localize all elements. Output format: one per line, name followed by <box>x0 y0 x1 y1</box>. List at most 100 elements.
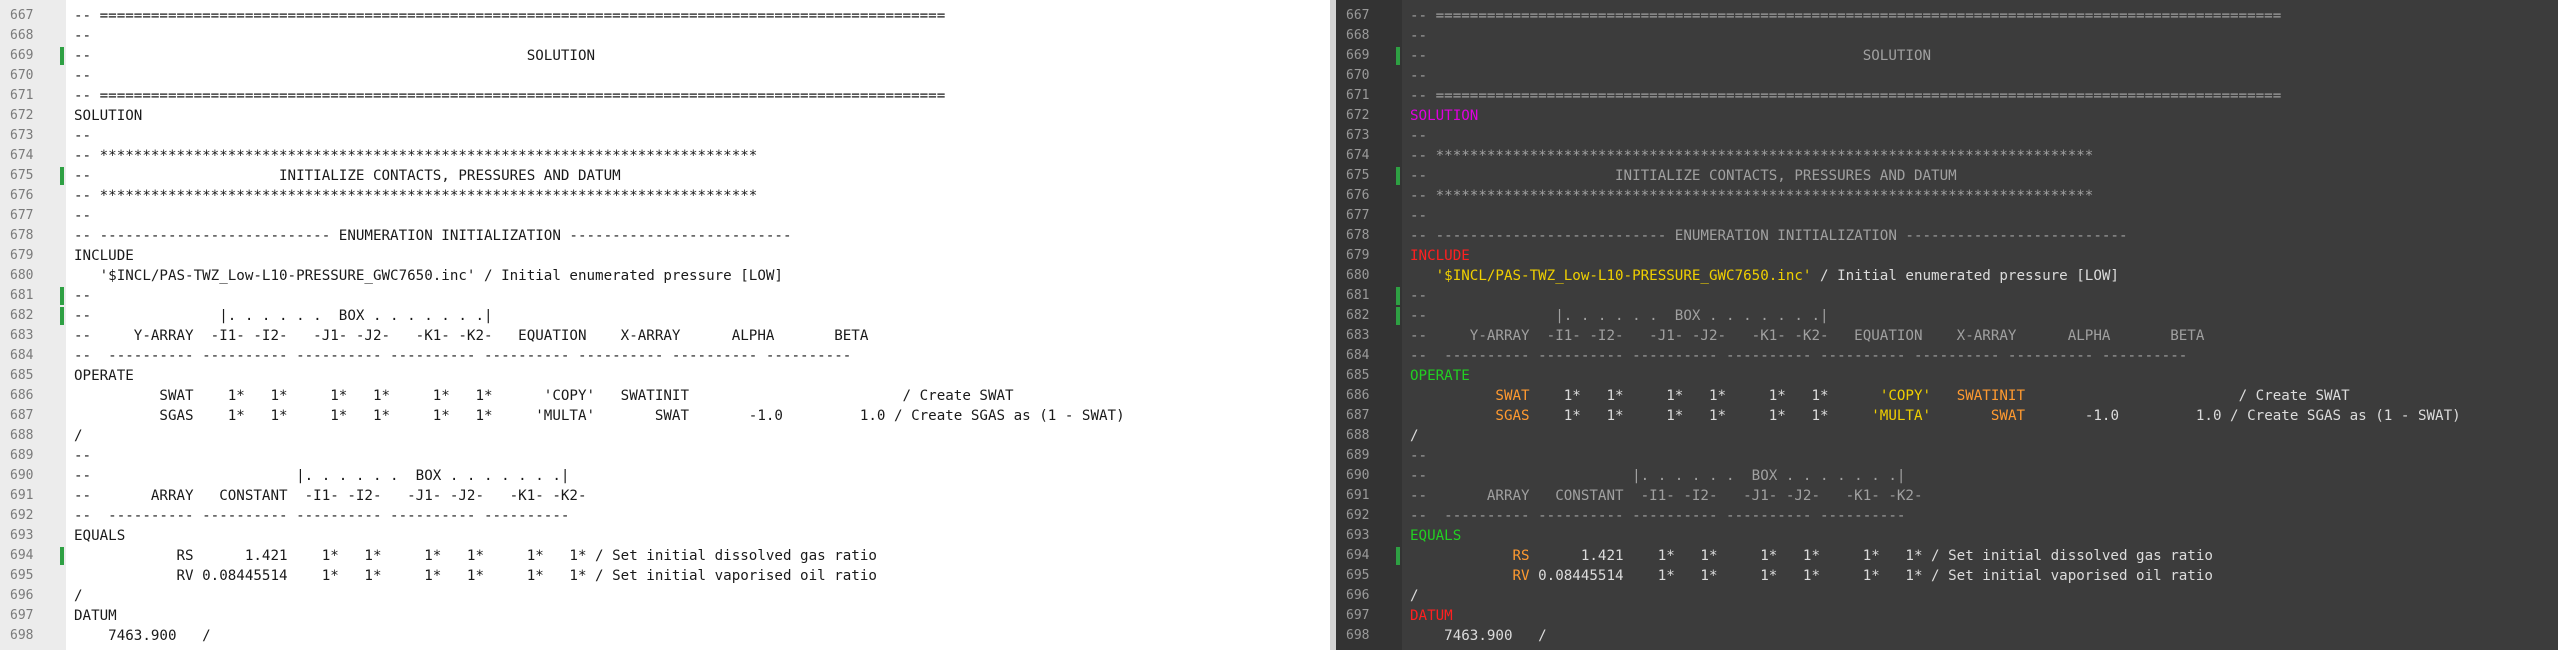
right-code-line[interactable]: 667 -- ==================================… <box>1336 6 2558 26</box>
right-code-line[interactable]: 671 -- ==================================… <box>1336 86 2558 106</box>
left-code-line[interactable]: 682 -- |. . . . . . BOX . . . . . . .| <box>0 306 1330 326</box>
left-code-line[interactable]: 681 -- <box>0 286 1330 306</box>
line-text[interactable]: -- --------------------------- ENUMERATI… <box>74 226 792 246</box>
right-code-line[interactable]: 698 7463.900 / <box>1336 626 2558 646</box>
line-text[interactable]: -- <box>74 126 91 146</box>
line-text[interactable]: -- =====================================… <box>74 6 945 26</box>
line-text[interactable]: SWAT 1* 1* 1* 1* 1* 1* 'COPY' SWATINIT /… <box>74 386 1013 406</box>
right-code-line[interactable]: 685 OPERATE <box>1336 366 2558 386</box>
line-text[interactable]: -- <box>1410 206 1427 226</box>
right-code-lines[interactable]: 667 -- ==================================… <box>1336 6 2558 646</box>
line-text[interactable]: '$INCL/PAS-TWZ_Low-L10-PRESSURE_GWC7650.… <box>1410 266 2119 286</box>
right-code-line[interactable]: 674 -- **********************************… <box>1336 146 2558 166</box>
right-editor-pane[interactable]: 667 -- ==================================… <box>1336 0 2558 650</box>
left-code-line[interactable]: 697 DATUM <box>0 606 1330 626</box>
left-code-line[interactable]: 693 EQUALS <box>0 526 1330 546</box>
right-code-line[interactable]: 694 RS 1.421 1* 1* 1* 1* 1* 1* / Set ini… <box>1336 546 2558 566</box>
line-text[interactable]: -- ---------- ---------- ---------- ----… <box>74 506 569 526</box>
line-text[interactable]: DATUM <box>74 606 117 626</box>
left-code-line[interactable]: 683 -- Y-ARRAY -I1- -I2- -J1- -J2- -K1- -… <box>0 326 1330 346</box>
right-code-line[interactable]: 684 -- ---------- ---------- ---------- -… <box>1336 346 2558 366</box>
left-code-line[interactable]: 672 SOLUTION <box>0 106 1330 126</box>
line-text[interactable]: / <box>74 426 83 446</box>
line-text[interactable]: -- *************************************… <box>74 186 757 206</box>
right-code-line[interactable]: 695 RV 0.08445514 1* 1* 1* 1* 1* 1* / Se… <box>1336 566 2558 586</box>
line-text[interactable]: -- ---------- ---------- ---------- ----… <box>1410 506 1905 526</box>
line-text[interactable]: DATUM <box>1410 606 1453 626</box>
right-code-line[interactable]: 696 / <box>1336 586 2558 606</box>
line-text[interactable]: -- <box>74 206 91 226</box>
line-text[interactable]: -- <box>74 66 91 86</box>
left-code-line[interactable]: 692 -- ---------- ---------- ---------- -… <box>0 506 1330 526</box>
left-code-line[interactable]: 695 RV 0.08445514 1* 1* 1* 1* 1* 1* / Se… <box>0 566 1330 586</box>
right-code-line[interactable]: 670 -- <box>1336 66 2558 86</box>
right-code-line[interactable]: 683 -- Y-ARRAY -I1- -I2- -J1- -J2- -K1- -… <box>1336 326 2558 346</box>
left-code-line[interactable]: 674 -- **********************************… <box>0 146 1330 166</box>
line-text[interactable]: -- <box>74 446 91 466</box>
line-text[interactable]: -- <box>1410 286 1427 306</box>
left-code-line[interactable]: 680 '$INCL/PAS-TWZ_Low-L10-PRESSURE_GWC7… <box>0 266 1330 286</box>
line-text[interactable]: -- Y-ARRAY -I1- -I2- -J1- -J2- -K1- -K2-… <box>1410 326 2204 346</box>
line-text[interactable]: / <box>1410 586 1419 606</box>
right-code-line[interactable]: 668 -- <box>1336 26 2558 46</box>
line-text[interactable]: -- =====================================… <box>1410 86 2281 106</box>
left-editor-pane[interactable]: 667 -- ==================================… <box>0 0 1330 650</box>
line-text[interactable]: SGAS 1* 1* 1* 1* 1* 1* 'MULTA' SWAT -1.0… <box>1410 406 2460 426</box>
left-code-line[interactable]: 686 SWAT 1* 1* 1* 1* 1* 1* 'COPY' SWATIN… <box>0 386 1330 406</box>
left-code-line[interactable]: 678 -- --------------------------- ENUMER… <box>0 226 1330 246</box>
left-code-line[interactable]: 673 -- <box>0 126 1330 146</box>
line-text[interactable]: OPERATE <box>74 366 134 386</box>
line-text[interactable]: -- ---------- ---------- ---------- ----… <box>1410 346 2187 366</box>
left-code-line[interactable]: 689 -- <box>0 446 1330 466</box>
line-text[interactable]: RS 1.421 1* 1* 1* 1* 1* 1* / Set initial… <box>74 546 876 566</box>
left-code-line[interactable]: 670 -- <box>0 66 1330 86</box>
line-text[interactable]: '$INCL/PAS-TWZ_Low-L10-PRESSURE_GWC7650.… <box>74 266 783 286</box>
line-text[interactable]: -- |. . . . . . BOX . . . . . . .| <box>1410 306 1829 326</box>
line-text[interactable]: SGAS 1* 1* 1* 1* 1* 1* 'MULTA' SWAT -1.0… <box>74 406 1124 426</box>
right-code-line[interactable]: 669 -- SOLUTION <box>1336 46 2558 66</box>
line-text[interactable]: -- *************************************… <box>74 146 757 166</box>
line-text[interactable]: -- *************************************… <box>1410 146 2093 166</box>
left-code-line[interactable]: 679 INCLUDE <box>0 246 1330 266</box>
line-text[interactable]: -- ---------- ---------- ---------- ----… <box>74 346 851 366</box>
right-code-line[interactable]: 678 -- --------------------------- ENUMER… <box>1336 226 2558 246</box>
line-text[interactable]: -- =====================================… <box>1410 6 2281 26</box>
line-text[interactable]: SOLUTION <box>74 106 142 126</box>
line-text[interactable]: -- <box>1410 126 1427 146</box>
right-code-line[interactable]: 693 EQUALS <box>1336 526 2558 546</box>
left-code-line[interactable]: 685 OPERATE <box>0 366 1330 386</box>
left-code-line[interactable]: 675 -- INITIALIZE CONTACTS, PRESSURES AND… <box>0 166 1330 186</box>
left-code-line[interactable]: 690 -- |. . . . . . BOX . . . . . . .| <box>0 466 1330 486</box>
left-code-line[interactable]: 688 / <box>0 426 1330 446</box>
line-text[interactable]: -- Y-ARRAY -I1- -I2- -J1- -J2- -K1- -K2-… <box>74 326 868 346</box>
left-code-line[interactable]: 677 -- <box>0 206 1330 226</box>
line-text[interactable]: -- SOLUTION <box>1410 46 1931 66</box>
line-text[interactable]: RV 0.08445514 1* 1* 1* 1* 1* 1* / Set in… <box>1410 566 2213 586</box>
line-text[interactable]: RS 1.421 1* 1* 1* 1* 1* 1* / Set initial… <box>1410 546 2213 566</box>
right-code-line[interactable]: 679 INCLUDE <box>1336 246 2558 266</box>
right-code-line[interactable]: 682 -- |. . . . . . BOX . . . . . . .| <box>1336 306 2558 326</box>
right-code-line[interactable]: 697 DATUM <box>1336 606 2558 626</box>
right-code-line[interactable]: 672 SOLUTION <box>1336 106 2558 126</box>
line-text[interactable]: -- |. . . . . . BOX . . . . . . .| <box>74 306 493 326</box>
line-text[interactable]: -- <box>1410 26 1427 46</box>
right-code-line[interactable]: 690 -- |. . . . . . BOX . . . . . . .| <box>1336 466 2558 486</box>
left-code-line[interactable]: 667 -- ==================================… <box>0 6 1330 26</box>
line-text[interactable]: -- ARRAY CONSTANT -I1- -I2- -J1- -J2- -K… <box>1410 486 1923 506</box>
right-code-line[interactable]: 680 '$INCL/PAS-TWZ_Low-L10-PRESSURE_GWC7… <box>1336 266 2558 286</box>
right-code-line[interactable]: 673 -- <box>1336 126 2558 146</box>
left-code-line[interactable]: 696 / <box>0 586 1330 606</box>
right-code-line[interactable]: 677 -- <box>1336 206 2558 226</box>
left-code-line[interactable]: 671 -- ==================================… <box>0 86 1330 106</box>
line-text[interactable]: EQUALS <box>1410 526 1461 546</box>
line-text[interactable]: -- <box>1410 446 1427 466</box>
right-code-line[interactable]: 687 SGAS 1* 1* 1* 1* 1* 1* 'MULTA' SWAT … <box>1336 406 2558 426</box>
left-code-line[interactable]: 684 -- ---------- ---------- ---------- -… <box>0 346 1330 366</box>
line-text[interactable]: SWAT 1* 1* 1* 1* 1* 1* 'COPY' SWATINIT /… <box>1410 386 2349 406</box>
line-text[interactable]: -- ARRAY CONSTANT -I1- -I2- -J1- -J2- -K… <box>74 486 587 506</box>
left-code-line[interactable]: 698 7463.900 / <box>0 626 1330 646</box>
line-text[interactable]: -- |. . . . . . BOX . . . . . . .| <box>1410 466 1905 486</box>
left-code-line[interactable]: 668 -- <box>0 26 1330 46</box>
line-text[interactable]: SOLUTION <box>1410 106 1478 126</box>
right-code-line[interactable]: 675 -- INITIALIZE CONTACTS, PRESSURES AND… <box>1336 166 2558 186</box>
